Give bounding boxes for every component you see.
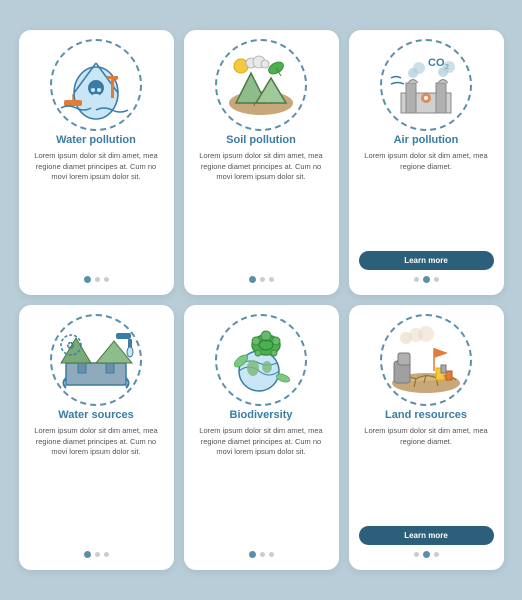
card-water-pollution: Water pollution Lorem ipsum dolor sit di…	[19, 30, 174, 295]
dot	[95, 277, 100, 282]
illustration-biodiversity	[211, 315, 311, 405]
card-land-resources-dots	[414, 551, 439, 558]
card-air-pollution-text: Lorem ipsum dolor sit dim amet, mea regi…	[359, 151, 494, 246]
dot	[95, 552, 100, 557]
card-land-resources-text: Lorem ipsum dolor sit dim amet, mea regi…	[359, 426, 494, 521]
card-biodiversity: Biodiversity Lorem ipsum dolor sit dim a…	[184, 305, 339, 570]
dot-active	[84, 551, 91, 558]
dot	[269, 277, 274, 282]
card-water-sources: ♻ Water sources Lorem ipsum dolor sit di…	[19, 305, 174, 570]
learn-more-button-land[interactable]: Learn more	[359, 526, 494, 545]
card-biodiversity-text: Lorem ipsum dolor sit dim amet, mea regi…	[194, 426, 329, 545]
illustration-water-sources: ♻	[46, 315, 146, 405]
dot-active	[249, 276, 256, 283]
dot-active	[423, 276, 430, 283]
dot	[434, 552, 439, 557]
card-water-sources-text: Lorem ipsum dolor sit dim amet, mea regi…	[29, 426, 164, 545]
illustration-air-pollution: CO 2	[376, 40, 476, 130]
illustration-water-pollution	[46, 40, 146, 130]
dot-active	[249, 551, 256, 558]
svg-text:2: 2	[445, 64, 449, 71]
dot-active	[84, 276, 91, 283]
card-air-pollution-dots	[414, 276, 439, 283]
svg-text:CO: CO	[428, 57, 445, 69]
card-biodiversity-dots	[249, 551, 274, 558]
card-land-resources: Land resources Lorem ipsum dolor sit dim…	[349, 305, 504, 570]
card-water-pollution-title: Water pollution	[56, 134, 136, 146]
card-water-sources-dots	[84, 551, 109, 558]
card-soil-pollution-dots	[249, 276, 274, 283]
card-soil-pollution: Soil pollution Lorem ipsum dolor sit dim…	[184, 30, 339, 295]
card-soil-pollution-text: Lorem ipsum dolor sit dim amet, mea regi…	[194, 151, 329, 270]
card-water-sources-title: Water sources	[58, 409, 133, 421]
card-air-pollution-title: Air pollution	[394, 134, 459, 146]
illustration-land-resources	[376, 315, 476, 405]
card-water-pollution-text: Lorem ipsum dolor sit dim amet, mea regi…	[29, 151, 164, 270]
card-biodiversity-title: Biodiversity	[230, 409, 293, 421]
svg-text:♻: ♻	[66, 341, 75, 352]
dot	[104, 552, 109, 557]
dot	[434, 277, 439, 282]
dot	[104, 277, 109, 282]
learn-more-button-air[interactable]: Learn more	[359, 251, 494, 270]
dot	[260, 552, 265, 557]
card-land-resources-title: Land resources	[385, 409, 467, 421]
dot	[414, 552, 419, 557]
illustration-soil-pollution	[211, 40, 311, 130]
card-grid: Water pollution Lorem ipsum dolor sit di…	[5, 16, 518, 584]
dot-active	[423, 551, 430, 558]
dot	[414, 277, 419, 282]
dot	[260, 277, 265, 282]
dot	[269, 552, 274, 557]
card-water-pollution-dots	[84, 276, 109, 283]
card-air-pollution: CO 2 Air pollu	[349, 30, 504, 295]
card-soil-pollution-title: Soil pollution	[226, 134, 296, 146]
